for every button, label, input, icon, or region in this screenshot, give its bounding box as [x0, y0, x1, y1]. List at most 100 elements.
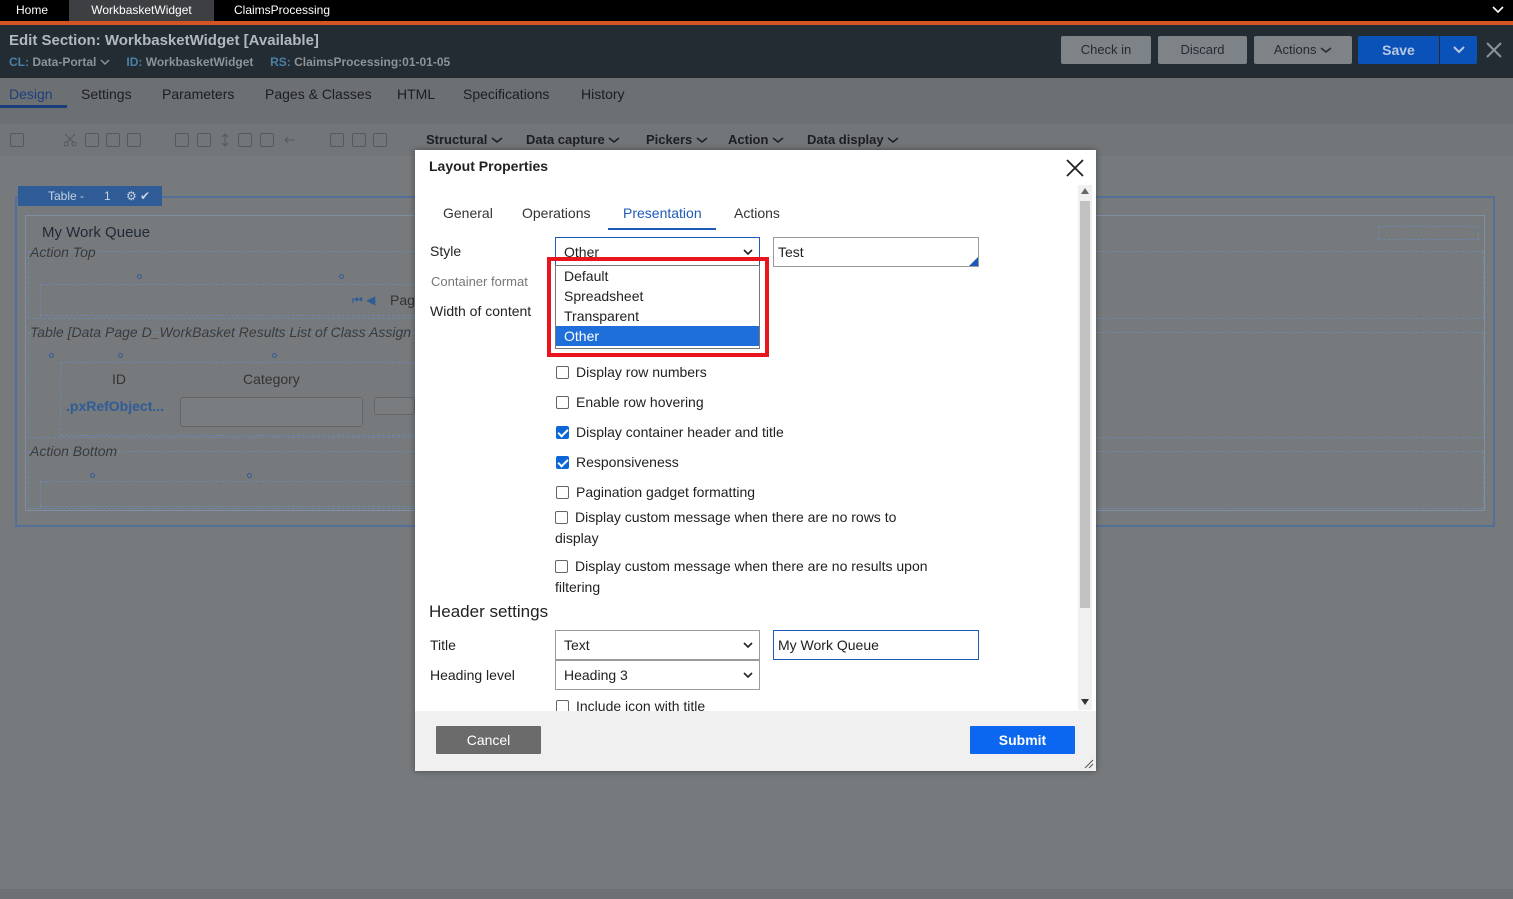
- import-icon[interactable]: [352, 133, 366, 147]
- chevron-down-icon: [887, 137, 899, 143]
- tab-history[interactable]: History: [581, 86, 625, 102]
- chevron-down-icon: [743, 642, 753, 649]
- pager-cell[interactable]: [40, 284, 440, 316]
- submit-button[interactable]: Submit: [970, 726, 1075, 754]
- tab-specifications[interactable]: Specifications: [463, 86, 549, 102]
- next-field[interactable]: [374, 397, 415, 415]
- column-header-category[interactable]: Category: [243, 371, 300, 387]
- responsiveness-checkbox[interactable]: Responsiveness: [556, 454, 679, 470]
- gear-icon[interactable]: ⚙: [126, 186, 137, 206]
- columns-icon[interactable]: [373, 133, 387, 147]
- tab-workbasket-widget[interactable]: WorkbasketWidget: [69, 0, 214, 22]
- scroll-thumb[interactable]: [1080, 201, 1090, 608]
- action-top-label: Action Top: [30, 244, 96, 260]
- drop-point[interactable]: [272, 353, 277, 358]
- drop-point[interactable]: [137, 274, 142, 279]
- tab-actions[interactable]: Actions: [734, 205, 780, 221]
- checkbox-icon[interactable]: [556, 396, 569, 409]
- tab-home[interactable]: Home: [0, 0, 64, 22]
- category-field[interactable]: [180, 397, 363, 427]
- title-input-value: My Work Queue: [778, 637, 879, 653]
- check-circle-icon[interactable]: ✔: [140, 186, 150, 206]
- tab-claims-processing[interactable]: ClaimsProcessing: [222, 0, 342, 22]
- insert-column-icon[interactable]: [197, 133, 211, 147]
- tab-parameters[interactable]: Parameters: [162, 86, 234, 102]
- tab-presentation[interactable]: Presentation: [623, 205, 702, 221]
- structural-menu[interactable]: Structural: [426, 132, 503, 147]
- drop-point[interactable]: [339, 274, 344, 279]
- save-options-button[interactable]: [1440, 36, 1477, 64]
- tab-html[interactable]: HTML: [397, 86, 435, 102]
- close-icon[interactable]: [1065, 158, 1085, 178]
- pagination-checkbox[interactable]: Pagination gadget formatting: [556, 484, 755, 500]
- discard-button[interactable]: Discard: [1158, 36, 1247, 64]
- checkbox-icon[interactable]: [556, 366, 569, 379]
- container-header-checkbox[interactable]: Display container header and title: [556, 424, 784, 440]
- header-placeholder[interactable]: [1378, 226, 1479, 240]
- action-menu[interactable]: Action: [728, 132, 784, 147]
- include-icon-checkbox[interactable]: Include icon with title: [556, 698, 705, 711]
- checkbox-icon[interactable]: [556, 700, 569, 711]
- no-results-message-checkbox[interactable]: Display custom message when there are no…: [555, 556, 955, 598]
- tab-operations[interactable]: Operations: [522, 205, 590, 221]
- close-icon[interactable]: [1485, 41, 1503, 59]
- move-icon[interactable]: [220, 133, 234, 147]
- layout-properties-dialog: Layout Properties General Operations Pre…: [415, 150, 1096, 771]
- style-label: Style: [430, 243, 462, 259]
- chevron-down-icon: [1452, 46, 1465, 54]
- cancel-button[interactable]: Cancel: [436, 726, 541, 754]
- title-input[interactable]: My Work Queue: [773, 630, 979, 660]
- merge-left-icon[interactable]: [238, 133, 252, 147]
- drop-point[interactable]: [49, 353, 54, 358]
- check-in-button[interactable]: Check in: [1061, 36, 1151, 64]
- toggle-icon[interactable]: [10, 133, 24, 147]
- actions-button[interactable]: Actions: [1254, 36, 1352, 64]
- row-hover-checkbox[interactable]: Enable row hovering: [556, 394, 704, 410]
- tab-general[interactable]: General: [443, 205, 493, 221]
- data-capture-menu[interactable]: Data capture: [526, 132, 620, 147]
- scroll-up-icon[interactable]: [1081, 188, 1089, 194]
- delete-icon[interactable]: [127, 133, 141, 147]
- pickers-menu[interactable]: Pickers: [646, 132, 708, 147]
- no-rows-message-checkbox[interactable]: Display custom message when there are no…: [555, 507, 935, 549]
- tab-settings[interactable]: Settings: [81, 86, 132, 102]
- checkbox-checked-icon[interactable]: [556, 426, 569, 439]
- cl-value[interactable]: Data-Portal: [32, 55, 96, 69]
- column-header-id[interactable]: ID: [112, 371, 126, 387]
- checkbox-icon[interactable]: [556, 486, 569, 499]
- tab-pages-classes[interactable]: Pages & Classes: [265, 86, 372, 102]
- tab-design[interactable]: Design: [9, 86, 53, 102]
- drop-point[interactable]: [247, 473, 252, 478]
- copy-icon[interactable]: [85, 133, 99, 147]
- heading-level-select[interactable]: Heading 3: [555, 660, 760, 690]
- export-icon[interactable]: [330, 133, 344, 147]
- row-numbers-checkbox[interactable]: Display row numbers: [556, 364, 707, 380]
- first-page-icon[interactable]: ⏮ ◀: [352, 293, 375, 308]
- split-icon[interactable]: [283, 133, 297, 147]
- cl-key: CL:: [9, 55, 29, 69]
- drop-point[interactable]: [90, 473, 95, 478]
- dialog-scrollbar[interactable]: [1078, 185, 1092, 710]
- bottom-cell[interactable]: [40, 481, 440, 507]
- save-button[interactable]: Save: [1358, 36, 1439, 64]
- drop-point[interactable]: [118, 353, 123, 358]
- checkbox-checked-icon[interactable]: [556, 456, 569, 469]
- resize-corner-icon[interactable]: [969, 257, 978, 266]
- resize-grip-icon[interactable]: [1084, 759, 1094, 769]
- cut-icon[interactable]: [63, 133, 77, 147]
- style-text-field[interactable]: Test: [773, 237, 979, 267]
- paste-icon[interactable]: [106, 133, 120, 147]
- checkbox-icon[interactable]: [555, 560, 568, 573]
- cell-ref-object[interactable]: .pxRefObject...: [66, 398, 164, 414]
- data-display-menu[interactable]: Data display: [807, 132, 899, 147]
- table-layout-label[interactable]: Table - 1 ⚙ ✔: [18, 186, 162, 206]
- insert-row-icon[interactable]: [175, 133, 189, 147]
- scroll-down-icon[interactable]: [1081, 699, 1089, 705]
- title-type-select[interactable]: Text: [555, 630, 760, 660]
- chevron-down-icon: [772, 137, 784, 143]
- chevron-down-icon[interactable]: [1491, 3, 1505, 17]
- dialog-title: Layout Properties: [429, 158, 549, 174]
- checkbox-icon[interactable]: [555, 511, 568, 524]
- chevron-down-icon[interactable]: [100, 58, 110, 66]
- merge-right-icon[interactable]: [260, 133, 274, 147]
